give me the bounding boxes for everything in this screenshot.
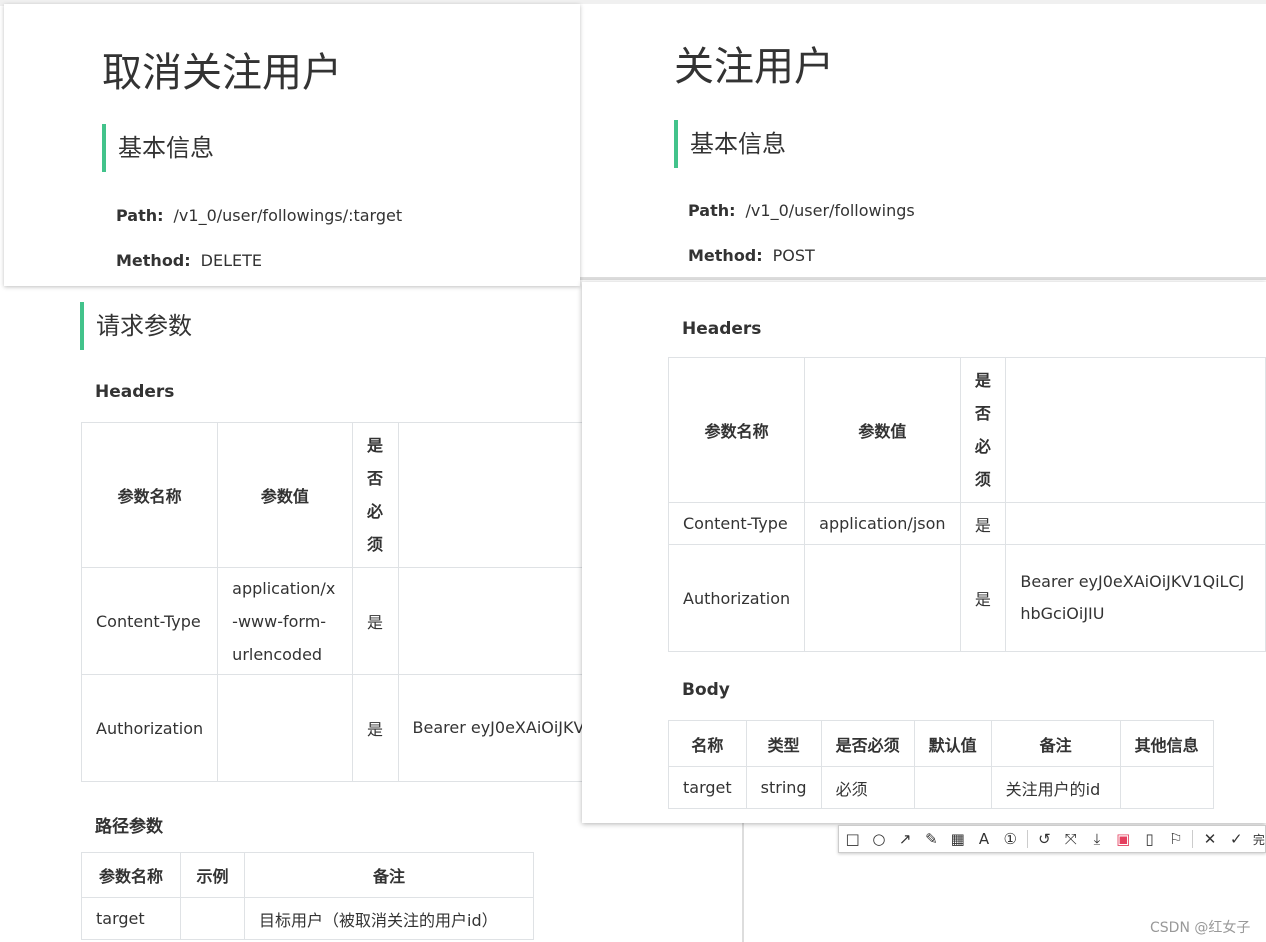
cell-name: target: [668, 766, 747, 809]
screenshot-toolbar: □ ○ ↗ ✎ ▦ A ① ↺ ⤧ ⤓ ▣ ▯ ⚐ ✕ ✓ 完: [838, 825, 1266, 853]
path-params-title: 路径参数: [95, 817, 163, 837]
cell-required: 是: [351, 567, 399, 675]
close-icon[interactable]: ✕: [1200, 830, 1219, 848]
path-params-table: 参数名称 示例 备注 target 目标用户（被取消关注的用户id）: [81, 852, 534, 940]
unfollow-doc-header: 取消关注用户 基本信息 Path: /v1_0/user/followings/:…: [4, 4, 580, 286]
table-header-row: 参数名称 参数值 是否必须: [667, 357, 1266, 503]
cell-value: [217, 674, 353, 782]
col-type: 类型: [745, 720, 822, 767]
cell-name: Authorization: [667, 544, 806, 652]
col-required: 是否必须: [820, 720, 915, 767]
col-extra: [1005, 357, 1266, 503]
headers-title: Headers: [682, 319, 762, 339]
path-row: Path: /v1_0/user/followings: [688, 201, 915, 220]
col-required: 是否必须: [351, 422, 399, 568]
cell-value: [804, 544, 961, 652]
cell-name: Content-Type: [80, 567, 219, 675]
toolbar-divider: [1192, 830, 1194, 848]
cell-value: application/json: [804, 502, 961, 545]
mosaic-icon[interactable]: ▦: [948, 830, 967, 848]
bookmark-icon[interactable]: ⚐: [1166, 830, 1185, 848]
path-label: Path:: [688, 201, 736, 220]
cell-example: [180, 897, 245, 940]
col-remark: 备注: [990, 720, 1121, 767]
method-value: POST: [772, 246, 815, 265]
cell-type: string: [745, 766, 822, 809]
cell-extra: Bearer eyJ0eXAiOiJKV1QiLCJhbGciOiJIU: [1005, 544, 1266, 652]
col-remark: 备注: [244, 852, 534, 898]
table-header-row: 名称 类型 是否必须 默认值 备注 其他信息: [668, 720, 1214, 767]
col-example: 示例: [180, 852, 245, 898]
col-param-name: 参数名称: [80, 422, 219, 568]
follow-doc-params: Headers 参数名称 参数值 是否必须 Content-Type appli…: [582, 282, 1266, 823]
cell-remark: 关注用户的id: [990, 766, 1121, 809]
cell-value: application/x-www-form-urlencoded: [217, 567, 353, 675]
col-param-name: 参数名称: [81, 852, 181, 898]
method-row: Method: DELETE: [116, 251, 262, 270]
cell-name: target: [81, 897, 181, 940]
circle-icon[interactable]: ○: [869, 830, 888, 848]
rect-icon[interactable]: □: [843, 830, 862, 848]
text-icon[interactable]: A: [974, 830, 993, 848]
col-param-name: 参数名称: [667, 357, 806, 503]
cell-name: Content-Type: [667, 502, 806, 545]
undo-icon[interactable]: ↺: [1035, 830, 1054, 848]
method-label: Method:: [688, 246, 763, 265]
path-label: Path:: [116, 206, 164, 225]
path-value: /v1_0/user/followings/:target: [173, 206, 403, 225]
cell-name: Authorization: [80, 674, 219, 782]
cell-required: 必须: [820, 766, 915, 809]
body-table: 名称 类型 是否必须 默认值 备注 其他信息 target string 必须 …: [668, 720, 1214, 809]
col-required: 是否必须: [959, 357, 1007, 503]
method-value: DELETE: [200, 251, 262, 270]
path-row: Path: /v1_0/user/followings/:target: [116, 206, 402, 225]
cell-required: 是: [959, 544, 1007, 652]
follow-doc-header: 关注用户 基本信息 Path: /v1_0/user/followings Met…: [580, 4, 1266, 280]
cell-required: 是: [351, 674, 399, 782]
page-title: 取消关注用户: [102, 50, 342, 96]
col-param-value: 参数值: [804, 357, 961, 503]
section-title-basic-info: 基本信息: [102, 124, 214, 172]
pen-icon[interactable]: ✎: [922, 830, 941, 848]
calendar-icon[interactable]: ▣: [1114, 830, 1133, 848]
col-param-value: 参数值: [217, 422, 353, 568]
method-row: Method: POST: [688, 246, 815, 265]
headers-title: Headers: [95, 382, 175, 402]
table-row: target 目标用户（被取消关注的用户id）: [81, 897, 534, 940]
table-row: Content-Type application/json 是: [667, 502, 1266, 545]
content-type-value: application/x-www-form-urlencoded: [232, 578, 336, 664]
download-icon[interactable]: ⤓: [1087, 830, 1106, 848]
device-icon[interactable]: ▯: [1140, 830, 1159, 848]
done-button[interactable]: 完: [1253, 831, 1265, 848]
body-title: Body: [682, 680, 730, 700]
cell-default: [913, 766, 992, 809]
table-row: Authorization 是 Bearer eyJ0eXAiOiJKV1QiL…: [667, 544, 1266, 652]
method-label: Method:: [116, 251, 191, 270]
check-icon[interactable]: ✓: [1227, 830, 1246, 848]
watermark: CSDN @红女子: [1150, 920, 1251, 936]
pin-icon[interactable]: ⤧: [1061, 830, 1080, 848]
headers-table: 参数名称 参数值 是否必须 Content-Type application/j…: [667, 357, 1266, 652]
cell-required: 是: [959, 502, 1007, 545]
col-other: 其他信息: [1119, 720, 1214, 767]
cell-other: [1119, 766, 1214, 809]
toolbar-divider: [1026, 830, 1028, 848]
arrow-icon[interactable]: ↗: [896, 830, 915, 848]
cell-extra: [1005, 502, 1266, 545]
number-icon[interactable]: ①: [1001, 830, 1020, 848]
section-title-basic-info: 基本信息: [674, 120, 786, 168]
col-default: 默认值: [913, 720, 992, 767]
cell-remark: 目标用户（被取消关注的用户id）: [244, 897, 534, 940]
table-row: target string 必须 关注用户的id: [668, 766, 1214, 809]
page-title: 关注用户: [674, 44, 834, 90]
table-header-row: 参数名称 示例 备注: [81, 852, 534, 898]
path-value: /v1_0/user/followings: [745, 201, 915, 220]
col-name: 名称: [668, 720, 747, 767]
section-title-request-params: 请求参数: [80, 302, 192, 350]
